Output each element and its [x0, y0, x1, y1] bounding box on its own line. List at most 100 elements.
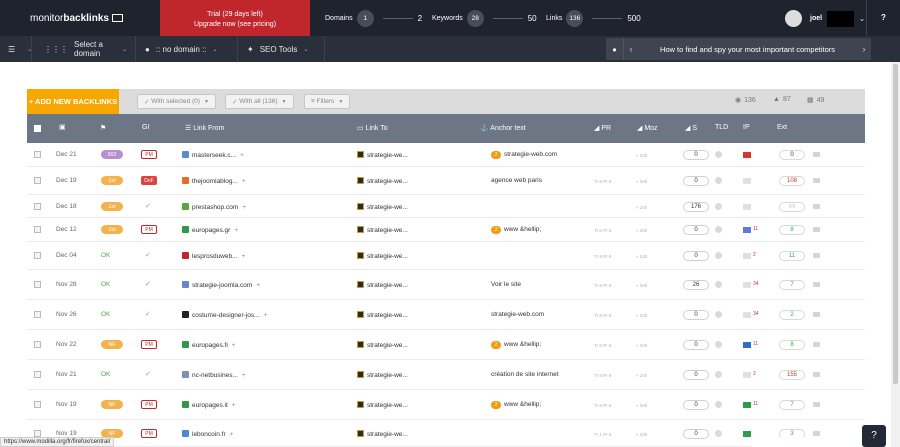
link-to[interactable]: strategie-we... — [357, 281, 408, 289]
app-logo[interactable]: monitorbacklinks — [30, 13, 123, 24]
row-checkbox[interactable] — [34, 281, 41, 288]
link-to[interactable]: strategie-we... — [357, 401, 408, 409]
table-row[interactable]: Dec 04 OK ✓ lesprosduweb... + strategie-we...… — [27, 242, 865, 270]
row-checkbox[interactable] — [34, 430, 41, 437]
col-pr[interactable]: ◢ PR — [594, 124, 611, 132]
gi-badge[interactable]: PM — [141, 429, 157, 438]
link-from[interactable]: masterseek.c... + — [182, 151, 244, 159]
row-checkbox[interactable] — [34, 177, 41, 184]
link-from[interactable]: costume-designer-jos... + — [182, 311, 267, 319]
row-checkbox[interactable] — [34, 203, 41, 210]
table-row[interactable]: Nov 26 OK ✓ costume-designer-jos... + strateg… — [27, 300, 865, 330]
gi-badge[interactable]: PM — [141, 400, 157, 409]
tag-icon[interactable] — [813, 152, 820, 157]
table-row[interactable]: Nov 28 OK ✓ strategie-joomla.com + strategie-… — [27, 270, 865, 300]
status-badge[interactable]: 1st — [101, 176, 123, 185]
flag-icon[interactable]: ⚑ — [100, 124, 106, 132]
expand-plus-icon[interactable]: + — [232, 342, 236, 349]
col-gi[interactable]: GI — [142, 124, 149, 131]
tag-icon[interactable] — [813, 178, 820, 183]
col-s[interactable]: ◢ S — [685, 124, 697, 132]
user-menu[interactable]: joel ⌄ — [785, 10, 865, 27]
table-row[interactable]: Dec 18 1st ✓ prestashop.com + strategie-we...… — [27, 195, 865, 218]
tip-text[interactable]: How to find and spy your most important … — [638, 45, 857, 54]
tag-icon[interactable] — [813, 253, 820, 258]
table-row[interactable]: Nov 22 NF PM europages.fi + strategie-we... 2 w… — [27, 330, 865, 360]
expand-plus-icon[interactable]: + — [242, 372, 246, 379]
col-link-to[interactable]: ▭ Link To — [357, 124, 388, 132]
link-from[interactable]: prestashop.com + — [182, 203, 246, 211]
status-badge[interactable]: 302 — [101, 150, 123, 159]
link-from[interactable]: nc-netbusines... + — [182, 371, 246, 379]
trial-banner[interactable]: Trial (29 days left) Upgrade now (see pr… — [160, 0, 310, 36]
scrollbar-thumb[interactable] — [893, 64, 898, 384]
tag-icon[interactable] — [813, 312, 820, 317]
tag-icon[interactable] — [813, 282, 820, 287]
table-row[interactable]: Nov 21 OK ✓ nc-netbusines... + strategie-we..… — [27, 360, 865, 390]
tag-icon[interactable] — [813, 342, 820, 347]
row-checkbox[interactable] — [34, 401, 41, 408]
row-checkbox[interactable] — [34, 311, 41, 318]
link-from[interactable]: europages.it + — [182, 401, 236, 409]
col-ip[interactable]: IP — [743, 124, 750, 131]
link-to[interactable]: strategie-we... — [357, 151, 408, 159]
with-selected-dropdown[interactable]: ✓ With selected (0) ▼ — [137, 94, 216, 109]
tip-next-button[interactable]: › — [857, 44, 871, 54]
link-from[interactable]: europages.fi + — [182, 341, 236, 349]
select-domain-dropdown[interactable]: ⋮⋮⋮ Select a domain ⌄ — [36, 36, 136, 62]
expand-plus-icon[interactable]: + — [256, 282, 260, 289]
select-all-checkbox[interactable] — [34, 125, 41, 132]
link-from[interactable]: lesprosduweb... + — [182, 252, 245, 260]
table-row[interactable]: Nov 19 NF PM europages.it + strategie-we... 2 w… — [27, 390, 865, 420]
gi-badge[interactable]: PM — [141, 225, 157, 234]
with-all-dropdown[interactable]: ✓ With all (136) ▼ — [225, 94, 294, 109]
link-from[interactable]: leboncoin.fr + — [182, 430, 233, 438]
expand-plus-icon[interactable]: + — [242, 178, 246, 185]
expand-plus-icon[interactable]: + — [242, 204, 246, 211]
expand-plus-icon[interactable]: + — [234, 227, 238, 234]
link-to[interactable]: strategie-we... — [357, 430, 408, 438]
status-badge[interactable]: 1st — [101, 202, 123, 211]
tag-icon[interactable] — [813, 402, 820, 407]
col-ext[interactable]: Ext — [777, 124, 787, 131]
tag-icon[interactable] — [813, 204, 820, 209]
table-row[interactable]: Dec 19 1st DnF thejoomlablog... + strategie-w… — [27, 167, 865, 195]
tag-icon[interactable] — [813, 372, 820, 377]
calendar-icon[interactable]: ▣ — [59, 123, 66, 131]
link-to[interactable]: strategie-we... — [357, 252, 408, 260]
seo-tools-dropdown[interactable]: ✦ SEO Tools ⌄ — [239, 36, 325, 62]
no-domain-dropdown[interactable]: ● :: no domain :: ⌄ — [137, 36, 238, 62]
row-checkbox[interactable] — [34, 371, 41, 378]
expand-plus-icon[interactable]: + — [240, 152, 244, 159]
link-from[interactable]: thejoomlablog... + — [182, 177, 246, 185]
table-row[interactable]: Dec 21 302 PM masterseek.c... + strategie-we.… — [27, 143, 865, 167]
col-tld[interactable]: TLD — [715, 124, 728, 131]
link-to[interactable]: strategie-we... — [357, 341, 408, 349]
tag-icon[interactable] — [813, 431, 820, 436]
link-to[interactable]: strategie-we... — [357, 203, 408, 211]
expand-plus-icon[interactable]: + — [232, 402, 236, 409]
link-from[interactable]: europages.gr + — [182, 226, 238, 234]
row-checkbox[interactable] — [34, 252, 41, 259]
expand-plus-icon[interactable]: + — [264, 312, 268, 319]
expand-plus-icon[interactable]: + — [242, 253, 246, 260]
table-row[interactable]: Dec 12 1st PM europages.gr + strategie-we... 2… — [27, 218, 865, 242]
row-checkbox[interactable] — [34, 226, 41, 233]
link-to[interactable]: strategie-we... — [357, 226, 408, 234]
link-to[interactable]: strategie-we... — [357, 311, 408, 319]
status-badge[interactable]: NF — [101, 400, 123, 409]
status-badge[interactable]: 1st — [101, 225, 123, 234]
tag-icon[interactable] — [813, 227, 820, 232]
chat-help-button[interactable]: ? — [862, 425, 886, 447]
gi-badge[interactable]: DnF — [141, 176, 157, 185]
expand-plus-icon[interactable]: + — [230, 431, 234, 438]
tip-prev-button[interactable]: ‹ — [624, 44, 638, 54]
gi-badge[interactable]: PM — [141, 340, 157, 349]
menu-button[interactable]: ☰ ⌄ — [0, 36, 32, 62]
row-checkbox[interactable] — [34, 151, 41, 158]
link-to[interactable]: strategie-we... — [357, 177, 408, 185]
status-badge[interactable]: NF — [101, 340, 123, 349]
table-row[interactable]: Nov 19 NF PM leboncoin.fr + strategie-we... Tr… — [27, 420, 865, 447]
col-moz[interactable]: ◢ Moz — [637, 124, 658, 132]
link-from[interactable]: strategie-joomla.com + — [182, 281, 260, 289]
